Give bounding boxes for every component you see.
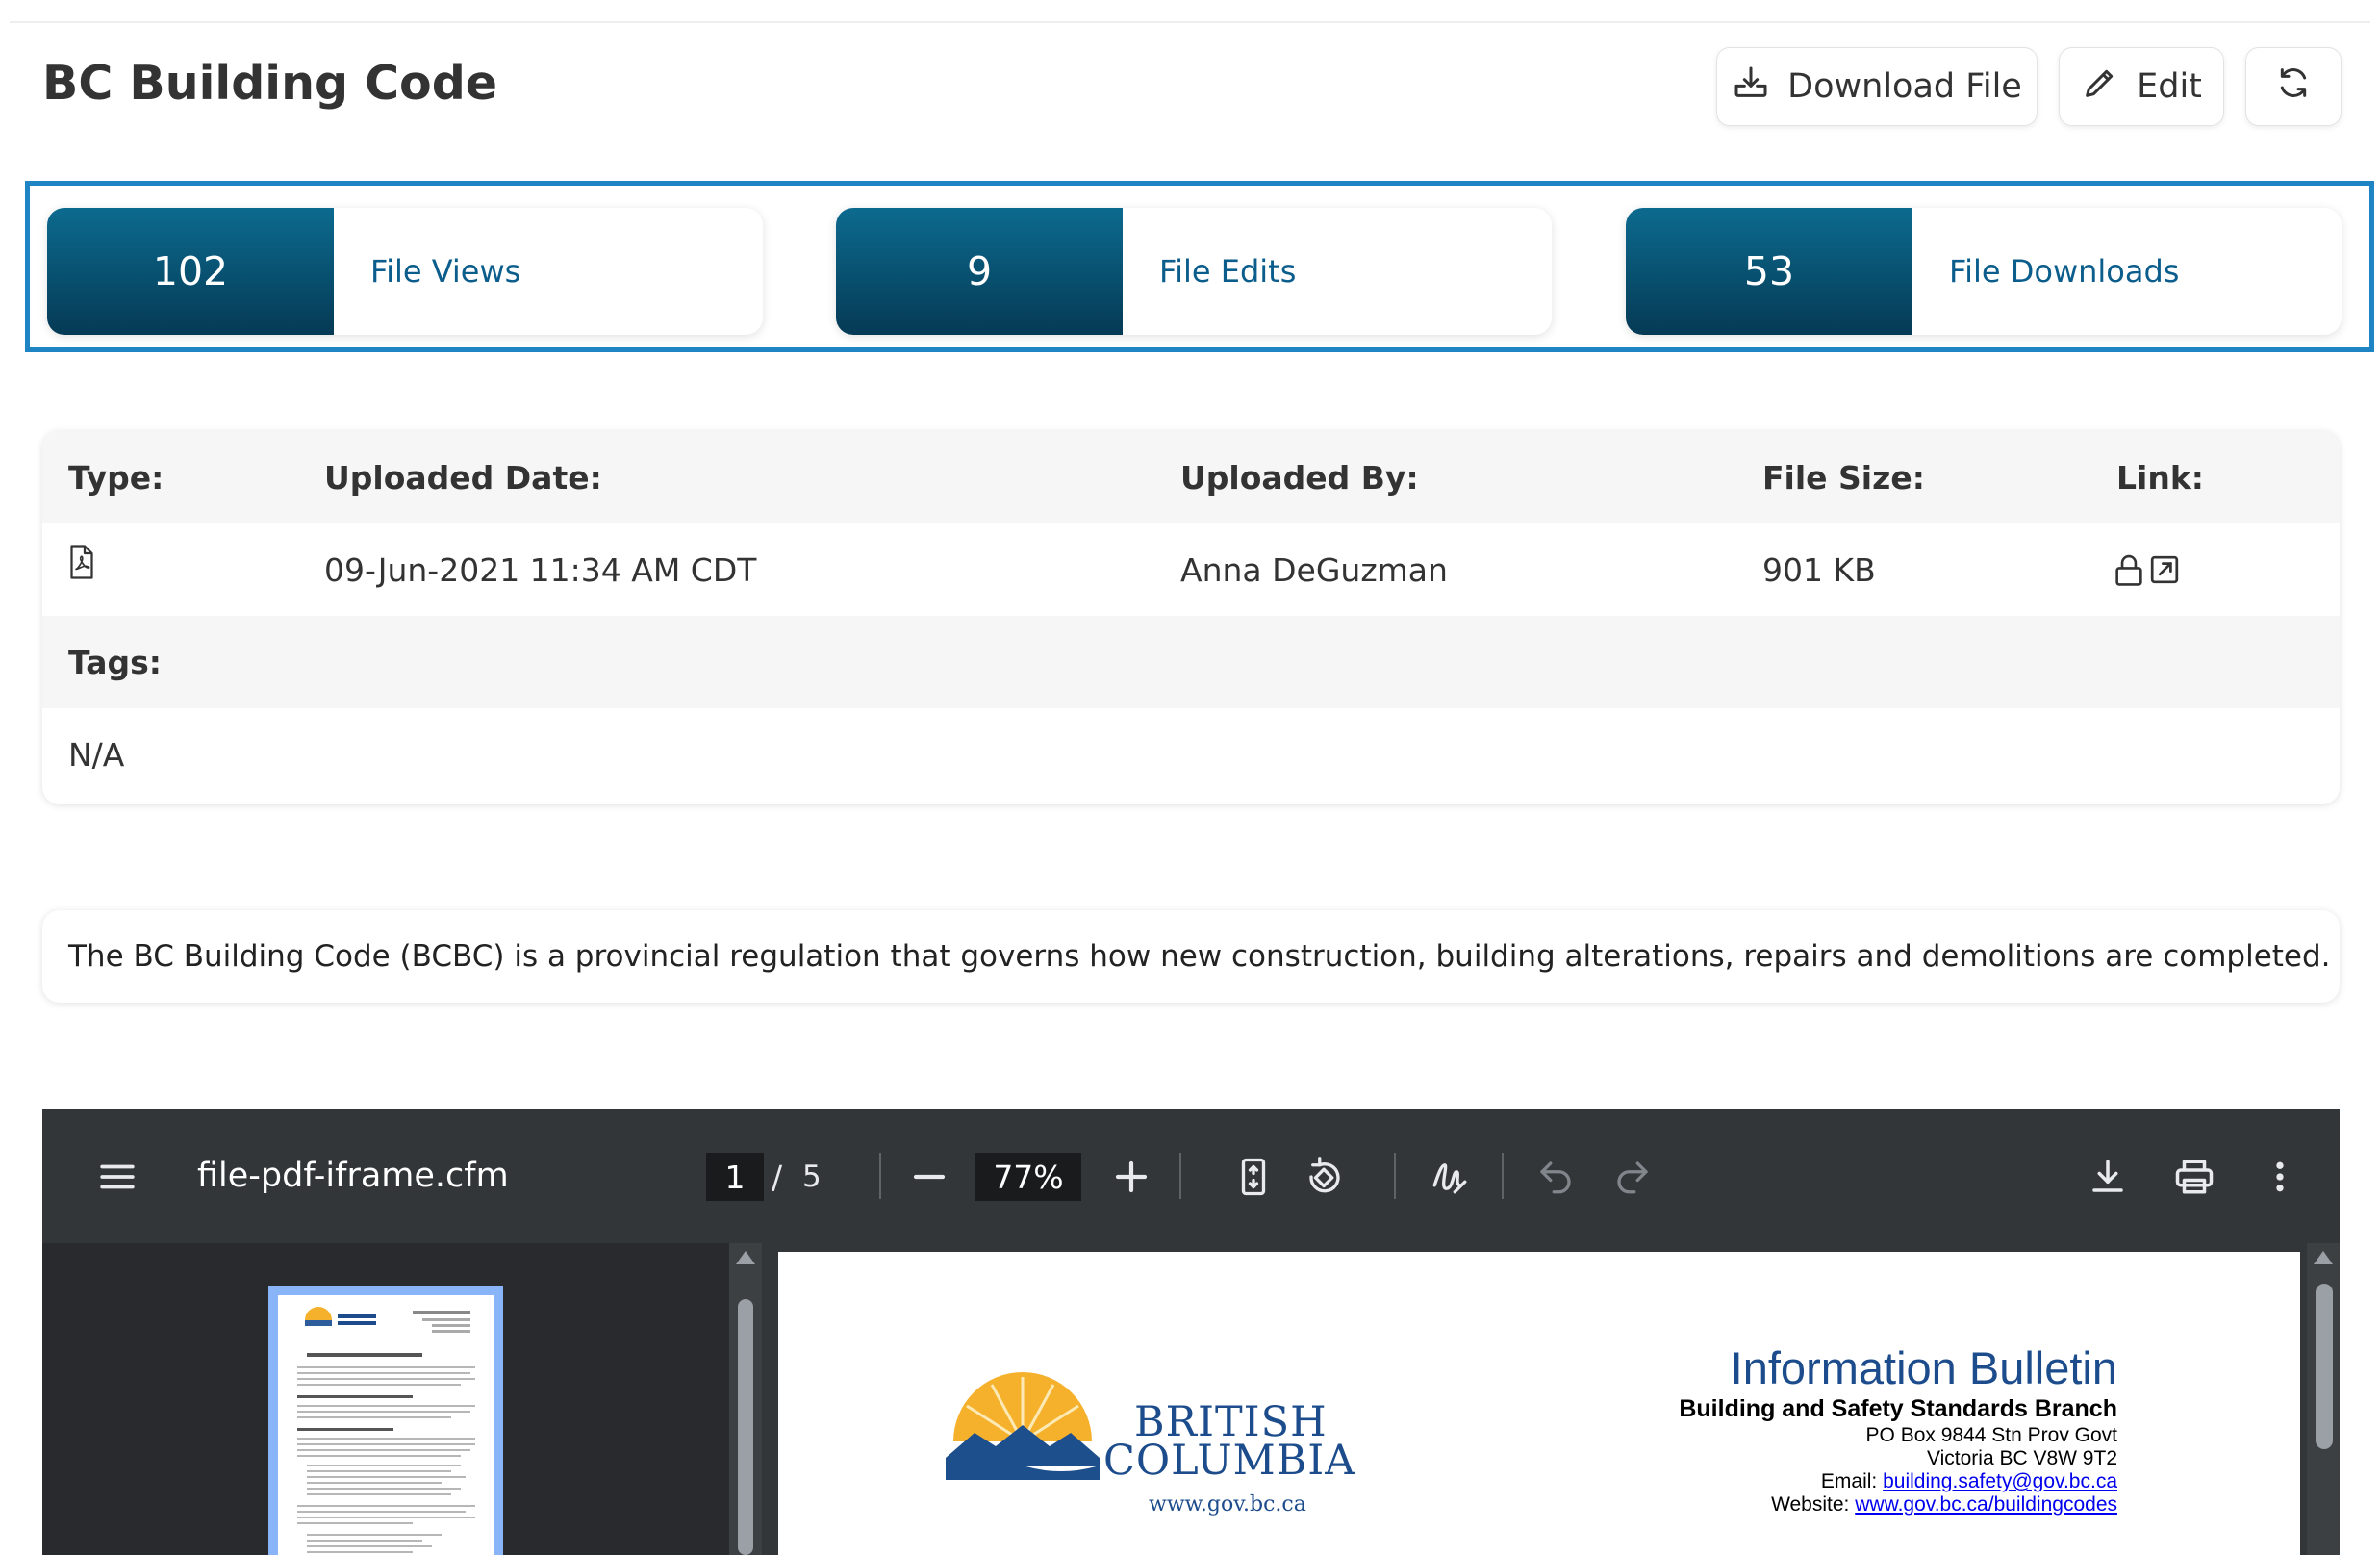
uploaded-date-value: 09-Jun-2021 11:34 AM CDT xyxy=(324,550,757,589)
zoom-level-input[interactable]: 77% xyxy=(975,1153,1081,1201)
bulletin-website-row: Website: www.gov.bc.ca/buildingcodes xyxy=(1679,1493,2117,1517)
email-link[interactable]: building.safety@gov.bc.ca xyxy=(1883,1470,2117,1492)
link-header: Link: xyxy=(2116,458,2204,497)
bulletin-address2: Victoria BC V8W 9T2 xyxy=(1926,1447,2117,1469)
refresh-icon xyxy=(2274,64,2313,111)
pdf-filename: file-pdf-iframe.cfm xyxy=(197,1157,509,1195)
file-size-header: File Size: xyxy=(1762,458,1925,497)
file-details-table: Type: Uploaded Date: Uploaded By: File S… xyxy=(42,431,2340,804)
stat-label: File Edits xyxy=(1159,253,1297,290)
uploaded-by-value: Anna DeGuzman xyxy=(1180,550,1448,589)
file-size-value: 901 KB xyxy=(1762,550,1876,589)
page-scroll-thumb[interactable] xyxy=(2316,1284,2333,1449)
download-file-button[interactable]: Download File xyxy=(1716,47,2038,126)
type-header: Type: xyxy=(68,458,165,497)
menu-icon[interactable] xyxy=(96,1156,139,1198)
stat-file-edits: 9 File Edits xyxy=(836,208,1552,335)
refresh-button[interactable] xyxy=(2245,47,2342,126)
tags-value-row: N/A xyxy=(42,708,2340,801)
email-label: Email: xyxy=(1820,1470,1878,1492)
details-value-row: 09-Jun-2021 11:34 AM CDT Anna DeGuzman 9… xyxy=(42,523,2340,616)
stat-value: 102 xyxy=(47,208,334,335)
pdf-viewer[interactable]: file-pdf-iframe.cfm 1 / 5 77% BRITISH CO… xyxy=(42,1109,2340,1555)
tags-header: Tags: xyxy=(68,643,162,681)
page-title: BC Building Code xyxy=(42,56,498,111)
total-pages: 5 xyxy=(802,1160,822,1194)
zoom-out-icon[interactable] xyxy=(908,1157,950,1197)
website-label: Website: xyxy=(1771,1493,1850,1516)
edit-button[interactable]: Edit xyxy=(2059,47,2224,126)
fit-page-icon[interactable] xyxy=(1231,1155,1276,1199)
stat-file-downloads: 53 File Downloads xyxy=(1626,208,2342,335)
bulletin-title: Information Bulletin xyxy=(1730,1342,2117,1393)
file-description: The BC Building Code (BCBC) is a provinc… xyxy=(42,910,2340,1003)
annotate-icon[interactable] xyxy=(1428,1155,1472,1199)
stat-value: 9 xyxy=(836,208,1123,335)
toolbar-divider xyxy=(879,1153,881,1199)
print-icon[interactable] xyxy=(2172,1155,2216,1199)
redo-icon[interactable] xyxy=(1612,1157,1653,1197)
uploaded-by-header: Uploaded By: xyxy=(1180,458,1419,497)
uploaded-date-header: Uploaded Date: xyxy=(324,458,602,497)
toolbar-divider xyxy=(1394,1153,1396,1199)
thumbnail-page xyxy=(278,1295,494,1555)
file-stats-panel: 102 File Views 9 File Edits 53 File Down… xyxy=(25,181,2374,352)
download-tray-icon xyxy=(1732,64,1770,111)
page-thumbnail[interactable] xyxy=(268,1286,503,1555)
pdf-file-icon xyxy=(67,516,96,608)
pdf-toolbar: file-pdf-iframe.cfm 1 / 5 77% xyxy=(42,1109,2340,1243)
tags-header-row: Tags: xyxy=(42,616,2340,708)
download-icon[interactable] xyxy=(2086,1155,2130,1199)
lock-icon[interactable] xyxy=(2114,523,2144,616)
bulletin-address1: PO Box 9844 Stn Prov Govt xyxy=(1865,1424,2117,1446)
bulletin-email-row: Email: building.safety@gov.bc.ca xyxy=(1679,1470,2117,1493)
more-options-icon[interactable] xyxy=(2261,1155,2299,1199)
top-divider xyxy=(10,21,2370,23)
bc-logo xyxy=(946,1369,1100,1484)
thumbnail-content-icon xyxy=(297,1307,475,1553)
bc-logo-url: www.gov.bc.ca xyxy=(1149,1492,1306,1517)
page-separator: / xyxy=(772,1158,783,1196)
page-number-input[interactable]: 1 xyxy=(706,1153,764,1201)
bulletin-header: Information Bulletin Building and Safety… xyxy=(1679,1343,2117,1517)
zoom-in-icon[interactable] xyxy=(1110,1157,1152,1197)
stat-value: 53 xyxy=(1626,208,1912,335)
bulletin-branch: Building and Safety Standards Branch xyxy=(1679,1395,2117,1422)
rotate-icon[interactable] xyxy=(1303,1155,1347,1199)
scroll-up-arrow-icon[interactable] xyxy=(2314,1251,2333,1264)
pdf-page: BRITISH COLUMBIA www.gov.bc.ca Informati… xyxy=(778,1252,2300,1555)
stat-label: File Views xyxy=(370,253,521,290)
website-link[interactable]: www.gov.bc.ca/buildingcodes xyxy=(1855,1493,2117,1516)
tags-value: N/A xyxy=(68,735,125,774)
stat-label: File Downloads xyxy=(1949,253,2180,290)
external-link-icon[interactable] xyxy=(2149,523,2180,616)
toolbar-divider xyxy=(1502,1153,1504,1199)
toolbar-divider xyxy=(1179,1153,1181,1199)
edit-label: Edit xyxy=(2137,67,2202,106)
stat-file-views: 102 File Views xyxy=(47,208,763,335)
details-header-row: Type: Uploaded Date: Uploaded By: File S… xyxy=(42,431,2340,523)
bc-logo-line2: COLUMBIA xyxy=(1103,1437,1356,1485)
download-file-label: Download File xyxy=(1787,67,2022,106)
pencil-icon xyxy=(2081,64,2119,111)
undo-icon[interactable] xyxy=(1535,1157,1576,1197)
scroll-up-arrow-icon[interactable] xyxy=(736,1251,755,1264)
thumbnail-scroll-thumb[interactable] xyxy=(738,1299,753,1555)
thumbnail-sidebar xyxy=(42,1243,729,1555)
